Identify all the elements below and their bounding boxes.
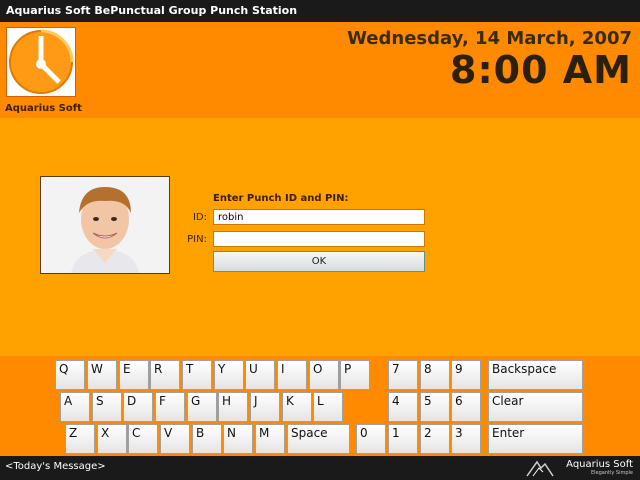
key-w[interactable]: W [87,360,117,390]
key-a[interactable]: A [60,392,90,422]
key-o[interactable]: O [309,360,339,390]
key-t[interactable]: T [182,360,212,390]
key-2[interactable]: 2 [420,424,450,454]
key-g[interactable]: G [187,392,217,422]
todays-message[interactable]: <Today's Message> [5,461,106,472]
ok-button[interactable]: OK [213,251,425,272]
key-r[interactable]: R [150,360,180,390]
key-3[interactable]: 3 [451,424,481,454]
brand-logo: Aquarius Soft Elegantly Simple [525,458,635,478]
brand-name: Aquarius Soft [566,459,633,470]
key-5[interactable]: 5 [420,392,450,422]
id-label: ID: [192,212,207,223]
key-n[interactable]: N [223,424,253,454]
key-m[interactable]: M [255,424,285,454]
key-i[interactable]: I [277,360,307,390]
brand-tagline: Elegantly Simple [590,470,633,476]
backspace-key[interactable]: Backspace [488,360,583,390]
status-bar: <Today's Message> Aquarius Soft Elegantl… [0,456,640,480]
logo-label: Aquarius Soft [5,103,82,114]
key-v[interactable]: V [160,424,190,454]
key-s[interactable]: S [92,392,122,422]
key-c[interactable]: C [128,424,158,454]
current-time: 8:00 AM [450,48,632,92]
employee-photo [40,176,170,274]
on-screen-keyboard: Q W E R T Y U I O P A S D F G H J K L Z … [0,356,640,456]
enter-key[interactable]: Enter [488,424,583,454]
key-f[interactable]: F [155,392,185,422]
key-6[interactable]: 6 [451,392,481,422]
current-date: Wednesday, 14 March, 2007 [347,28,632,49]
key-y[interactable]: Y [214,360,244,390]
key-h[interactable]: H [218,392,248,422]
person-photo-icon [41,177,169,273]
key-e[interactable]: E [119,360,149,390]
pin-field[interactable] [213,231,425,247]
title-bar: Aquarius Soft BePunctual Group Punch Sta… [0,0,640,22]
id-field[interactable] [213,209,425,225]
key-0[interactable]: 0 [356,424,386,454]
key-l[interactable]: L [313,392,343,422]
clock-logo-icon [9,29,74,94]
key-d[interactable]: D [123,392,153,422]
key-4[interactable]: 4 [388,392,418,422]
clear-key[interactable]: Clear [488,392,583,422]
key-9[interactable]: 9 [451,360,481,390]
punch-prompt: Enter Punch ID and PIN: [213,193,349,204]
key-k[interactable]: K [282,392,312,422]
key-z[interactable]: Z [65,424,95,454]
key-b[interactable]: B [192,424,222,454]
aquarius-brand-icon [526,460,554,477]
key-x[interactable]: X [97,424,127,454]
key-1[interactable]: 1 [388,424,418,454]
punch-panel: Enter Punch ID and PIN: ID: PIN: OK [0,118,640,356]
key-u[interactable]: U [245,360,275,390]
space-key[interactable]: Space [287,424,350,454]
key-j[interactable]: J [250,392,280,422]
key-8[interactable]: 8 [420,360,450,390]
key-7[interactable]: 7 [388,360,418,390]
logo [6,27,76,97]
key-q[interactable]: Q [55,360,85,390]
header: Aquarius Soft Wednesday, 14 March, 2007 … [0,22,640,118]
window-title: Aquarius Soft BePunctual Group Punch Sta… [6,4,298,17]
key-p[interactable]: P [340,360,370,390]
pin-label: PIN: [187,234,207,245]
